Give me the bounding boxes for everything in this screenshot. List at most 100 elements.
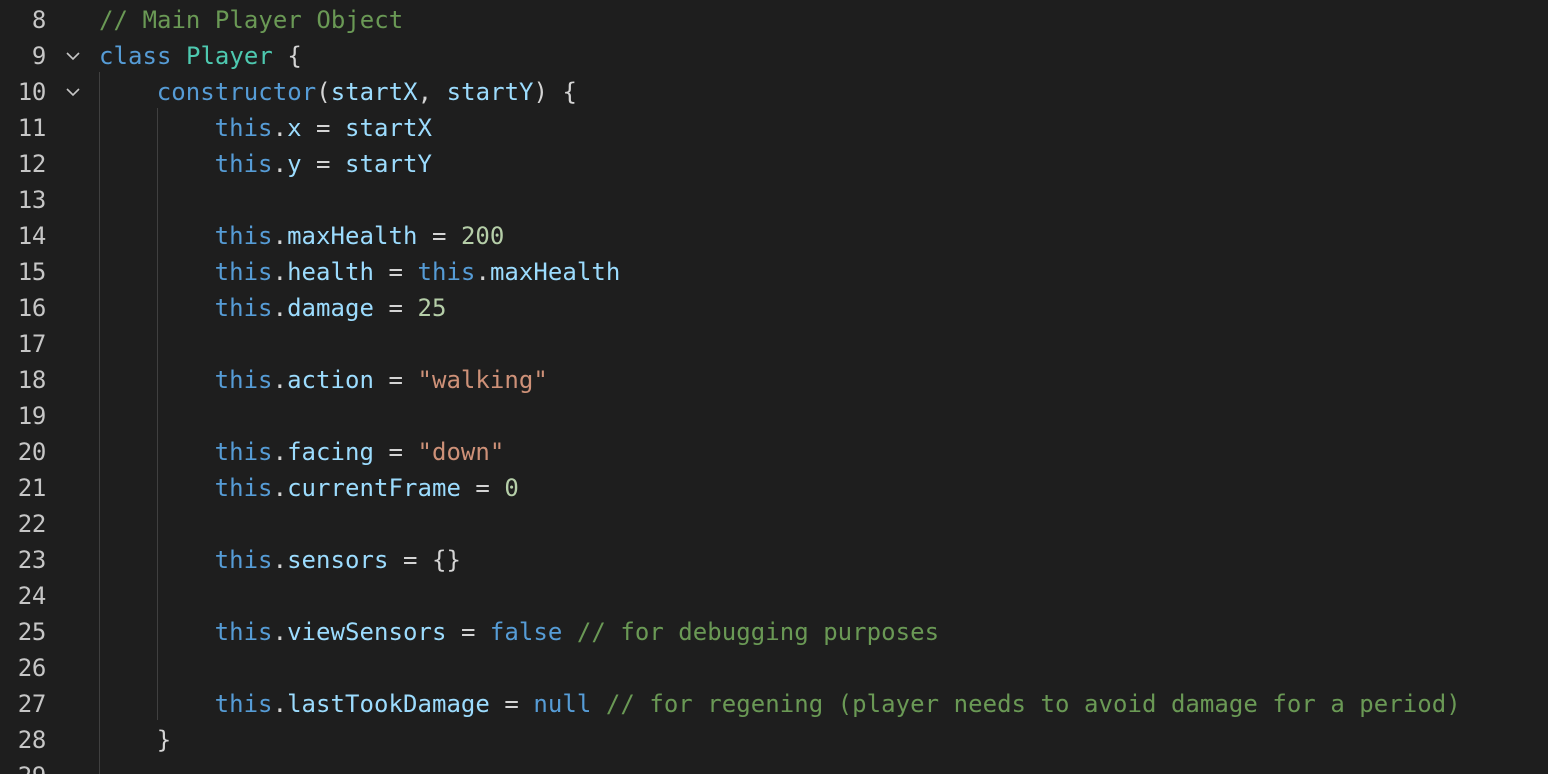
- line-number: 8: [31, 6, 46, 34]
- code-token: class: [99, 42, 172, 70]
- chevron-down-icon[interactable]: [66, 49, 80, 63]
- code-token: .: [272, 222, 288, 250]
- code-line[interactable]: 17: [0, 326, 1548, 362]
- line-number: 12: [17, 150, 47, 178]
- code-token: constructor: [156, 78, 317, 106]
- code-line[interactable]: 12 this.y = startY: [0, 146, 1548, 182]
- code-token: "down": [417, 438, 505, 466]
- code-token: this: [214, 618, 273, 646]
- code-token: =: [301, 114, 346, 142]
- code-content: this.damage = 25: [215, 290, 447, 326]
- code-token: Player: [185, 42, 273, 70]
- code-token: .: [272, 366, 288, 394]
- code-token: .: [272, 690, 288, 718]
- code-line[interactable]: 25 this.viewSensors = false // for debugg…: [0, 614, 1548, 650]
- code-content: }: [157, 722, 172, 758]
- line-number: 23: [17, 546, 47, 574]
- code-line[interactable]: 19: [0, 398, 1548, 434]
- code-line[interactable]: 9 class Player {: [0, 38, 1548, 74]
- line-number: 9: [31, 42, 46, 70]
- line-number: 17: [17, 330, 47, 358]
- code-token: 0: [504, 474, 519, 502]
- code-token: sensors: [287, 546, 389, 574]
- code-content: // Main Player Object: [99, 2, 403, 38]
- code-token: .: [272, 294, 288, 322]
- code-token: this: [417, 258, 476, 286]
- line-number: 27: [17, 690, 47, 718]
- code-token: damage: [287, 294, 374, 322]
- line-number: 14: [17, 222, 47, 250]
- code-token: {: [272, 42, 302, 70]
- code-line[interactable]: 18 this.action = "walking": [0, 362, 1548, 398]
- line-number: 22: [17, 510, 47, 538]
- code-line[interactable]: 23 this.sensors = {}: [0, 542, 1548, 578]
- code-token: =: [301, 150, 346, 178]
- code-token: this: [214, 438, 273, 466]
- code-line[interactable]: 24: [0, 578, 1548, 614]
- line-number: 21: [17, 474, 47, 502]
- code-token: this: [214, 474, 273, 502]
- code-content: this.action = "walking": [215, 362, 548, 398]
- line-number: 11: [17, 114, 47, 142]
- code-token: =: [374, 294, 418, 322]
- code-token: (: [316, 78, 331, 106]
- line-number: 18: [17, 366, 47, 394]
- code-token: =: [417, 222, 461, 250]
- code-line[interactable]: 16 this.damage = 25: [0, 290, 1548, 326]
- chevron-down-icon[interactable]: [66, 85, 80, 99]
- code-line[interactable]: 8 // Main Player Object: [0, 2, 1548, 38]
- code-line[interactable]: 13: [0, 182, 1548, 218]
- code-token: =: [374, 438, 418, 466]
- code-line[interactable]: 15 this.health = this.maxHealth: [0, 254, 1548, 290]
- code-token: maxHealth: [489, 258, 621, 286]
- code-token: =: [374, 366, 418, 394]
- code-token: currentFrame: [287, 474, 461, 502]
- code-token: 200: [460, 222, 505, 250]
- code-line[interactable]: 21 this.currentFrame = 0: [0, 470, 1548, 506]
- code-token: }: [156, 726, 172, 754]
- code-line[interactable]: 27 this.lastTookDamage = null // for rege…: [0, 686, 1548, 722]
- code-content: this.sensors = {}: [215, 542, 461, 578]
- code-token: "walking": [417, 366, 548, 394]
- code-token: startY: [345, 150, 432, 178]
- code-token: this: [214, 222, 273, 250]
- code-line[interactable]: 20 this.facing = "down": [0, 434, 1548, 470]
- code-line[interactable]: 14 this.maxHealth = 200: [0, 218, 1548, 254]
- line-number: 13: [17, 186, 47, 214]
- code-content: this.lastTookDamage = null // for regeni…: [215, 686, 1461, 722]
- code-token: =: [446, 618, 490, 646]
- code-token: ,: [417, 78, 447, 106]
- code-token: this: [214, 546, 273, 574]
- code-token: = {}: [388, 546, 461, 574]
- code-token: .: [272, 546, 288, 574]
- code-token: viewSensors: [287, 618, 447, 646]
- code-content: this.currentFrame = 0: [215, 470, 519, 506]
- line-number: 20: [17, 438, 47, 466]
- code-line[interactable]: 28}: [0, 722, 1548, 758]
- line-number: 26: [17, 654, 47, 682]
- code-token: this: [214, 114, 273, 142]
- code-token: this: [214, 366, 273, 394]
- code-token: .: [475, 258, 490, 286]
- code-line[interactable]: 10 constructor(startX, startY) {: [0, 74, 1548, 110]
- code-token: .: [272, 258, 288, 286]
- line-number: 24: [17, 582, 47, 610]
- code-token: 25: [417, 294, 447, 322]
- code-token: facing: [287, 438, 374, 466]
- code-content: this.y = startY: [215, 146, 432, 182]
- code-token: this: [214, 150, 273, 178]
- code-line[interactable]: 11 this.x = startX: [0, 110, 1548, 146]
- code-content: this.maxHealth = 200: [215, 218, 505, 254]
- code-editor[interactable]: 8 // Main Player Object 9 class Player {10 c…: [0, 0, 1548, 774]
- code-token: x: [287, 114, 302, 142]
- code-token: =: [489, 690, 534, 718]
- code-token: // for regening (player needs to avoid d…: [605, 690, 1461, 718]
- code-line[interactable]: 26: [0, 650, 1548, 686]
- code-token: ) {: [533, 78, 578, 106]
- code-content: this.facing = "down": [215, 434, 505, 470]
- code-token: =: [460, 474, 505, 502]
- code-line[interactable]: 22: [0, 506, 1548, 542]
- code-line[interactable]: 29: [0, 758, 1548, 774]
- code-content: this.health = this.maxHealth: [215, 254, 621, 290]
